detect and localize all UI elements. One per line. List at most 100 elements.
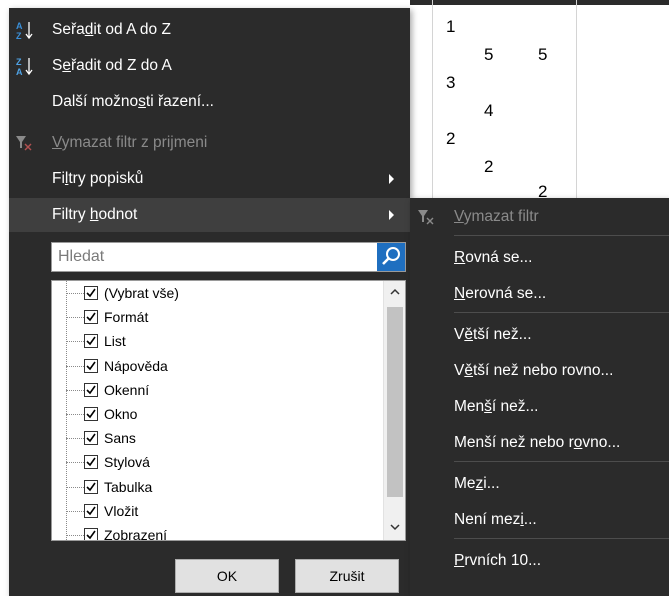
- checklist-item[interactable]: Tabulka: [52, 476, 372, 500]
- submenu-item-label: Prvních 10...: [454, 552, 542, 569]
- checklist-item-label: Formát: [104, 309, 149, 326]
- checklist-item-label: Sans: [104, 430, 136, 447]
- checkbox[interactable]: [84, 503, 98, 518]
- checkmark-icon: [86, 312, 96, 322]
- submenu-clear-filter-item: Vymazat filtr: [410, 199, 669, 235]
- checklist-item[interactable]: Sans: [52, 427, 372, 451]
- submenu-item[interactable]: Menší než...: [410, 389, 669, 425]
- cell-value[interactable]: 2: [446, 129, 455, 149]
- submenu-item[interactable]: Nerovná se...: [410, 276, 669, 312]
- checklist-item-label: Vložit: [104, 502, 139, 519]
- checklist-item[interactable]: Formát: [52, 306, 372, 330]
- checkmark-icon: [86, 385, 96, 395]
- checkbox[interactable]: [84, 286, 98, 300]
- tree-line: [66, 510, 84, 512]
- cancel-button[interactable]: Zrušit: [295, 559, 399, 593]
- checklist-item-label: Tabulka: [104, 478, 153, 495]
- svg-text:Z: Z: [16, 57, 22, 67]
- tree-line: [66, 462, 84, 464]
- submenu-item-label: Menší než nebo rovno...: [454, 434, 621, 451]
- tree-line: [66, 293, 84, 294]
- checkmark-icon: [86, 530, 96, 540]
- label-filters-item[interactable]: Filtry popisků: [9, 162, 410, 196]
- checklist-item[interactable]: Nápověda: [52, 355, 372, 379]
- tree-line: [66, 486, 84, 488]
- submenu-item[interactable]: Mezi...: [410, 466, 669, 502]
- ok-button[interactable]: OK: [175, 559, 279, 593]
- submenu-item[interactable]: Větší než...: [410, 317, 669, 353]
- cell-value[interactable]: 5: [484, 45, 493, 65]
- value-checklist: (Vybrat vše) Formát List Nápověda Okenní Okno…: [51, 280, 406, 541]
- submenu-item-label: Rovná se...: [454, 249, 533, 266]
- submenu-item-label: Nerovná se...: [454, 285, 547, 302]
- submenu-arrow-icon: [389, 210, 394, 220]
- checklist-item[interactable]: List: [52, 330, 372, 354]
- value-filters-item[interactable]: Filtry hodnot: [9, 198, 410, 232]
- autofilter-menu: A Z Seřadit od A do Z Z A Seřadit od Z d…: [9, 8, 410, 596]
- value-filters-label: Filtry hodnot: [52, 206, 138, 223]
- checkbox[interactable]: [84, 382, 98, 397]
- checklist-item-label: Okenní: [104, 381, 150, 398]
- sort-z-to-a-label: Seřadit od Z do A: [52, 57, 172, 74]
- checklist-item-label: Nápověda: [104, 357, 168, 374]
- submenu-item[interactable]: Není mezi...: [410, 502, 669, 538]
- cell-value[interactable]: 1: [446, 17, 455, 37]
- checklist-item[interactable]: Vložit: [52, 500, 372, 524]
- checklist-item[interactable]: Okenní: [52, 379, 372, 403]
- cell-value[interactable]: 5: [538, 45, 547, 65]
- cell-value[interactable]: 3: [446, 73, 455, 93]
- checkbox[interactable]: [84, 455, 98, 470]
- search-input[interactable]: [52, 243, 374, 271]
- checklist-item[interactable]: (Vybrat vše): [52, 282, 372, 306]
- checklist-scrollbar[interactable]: [383, 281, 405, 540]
- submenu-item[interactable]: Menší než nebo rovno...: [410, 425, 669, 461]
- checkmark-icon: [86, 506, 96, 516]
- submenu-item[interactable]: Větší než nebo rovno...: [410, 353, 669, 389]
- checklist-item-label: Zobrazení: [104, 527, 168, 541]
- tree-line: [66, 389, 84, 391]
- submenu-item-label: Větší než...: [454, 326, 532, 343]
- menu-separator: [454, 312, 669, 313]
- checkbox[interactable]: [84, 431, 98, 446]
- grid-line: [576, 0, 577, 198]
- tree-line: [66, 317, 84, 319]
- label-filters-label: Filtry popisků: [52, 170, 144, 187]
- submenu-item-label: Větší než nebo rovno...: [454, 362, 614, 379]
- sort-a-to-z-label: Seřadit od A do Z: [52, 21, 171, 38]
- scrollbar-thumb[interactable]: [387, 307, 403, 497]
- sort-z-to-a-item[interactable]: Z A Seřadit od Z do A: [9, 49, 410, 83]
- value-filters-submenu: Vymazat filtr Rovná se... Nerovná se... Vě…: [410, 198, 669, 596]
- svg-text:Z: Z: [16, 31, 22, 40]
- tree-line: [66, 365, 84, 367]
- menu-separator: [454, 235, 669, 236]
- tree-line: [66, 438, 84, 440]
- checkbox[interactable]: [84, 407, 98, 421]
- checkbox[interactable]: [84, 310, 98, 325]
- checkmark-icon: [86, 288, 96, 298]
- sheet-top-edge: [410, 0, 669, 5]
- checklist-item[interactable]: Okno: [52, 403, 372, 427]
- more-sort-options-item[interactable]: Další možnosti řazení...: [9, 85, 410, 119]
- checkbox[interactable]: [84, 334, 98, 349]
- checklist-item-label: Stylová: [104, 454, 150, 471]
- submenu-item[interactable]: Rovná se...: [410, 240, 669, 276]
- clear-filter-item: Vymazat filtr z prijmeni: [9, 126, 410, 160]
- checklist-item[interactable]: Stylová: [52, 451, 372, 475]
- clear-filter-icon: [418, 210, 434, 225]
- checklist-item[interactable]: Zobrazení: [52, 524, 372, 541]
- checkbox[interactable]: [84, 358, 98, 373]
- submenu-arrow-icon: [389, 174, 394, 184]
- sort-a-to-z-item[interactable]: A Z Seřadit od A do Z: [9, 13, 410, 47]
- submenu-item[interactable]: Prvních 10...: [410, 543, 669, 579]
- search-button[interactable]: [377, 243, 405, 271]
- checkmark-icon: [86, 433, 96, 443]
- scroll-down-icon[interactable]: [389, 521, 401, 533]
- checkbox[interactable]: [84, 479, 98, 494]
- cell-value[interactable]: 2: [484, 157, 493, 177]
- cell-value[interactable]: 4: [484, 101, 493, 121]
- search-icon: [382, 247, 400, 265]
- scroll-up-icon[interactable]: [389, 286, 401, 298]
- checkbox[interactable]: [84, 528, 98, 540]
- submenu-item-label: Menší než...: [454, 398, 539, 415]
- checkmark-icon: [86, 336, 96, 346]
